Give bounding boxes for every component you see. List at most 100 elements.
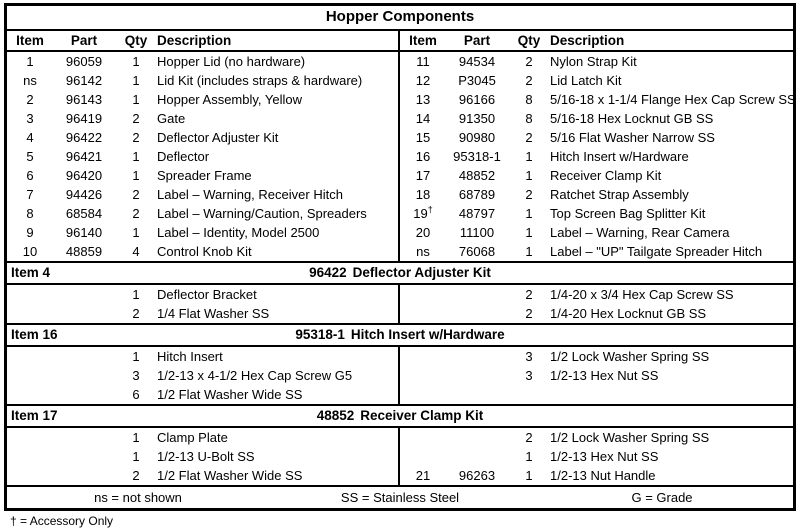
cell-qty: 1 xyxy=(525,225,533,240)
section-right-pane: 2 1/2 Lock Washer Spring SS 1 1/2-13 Hex Nu… xyxy=(400,428,793,485)
cell-description: Control Knob Kit xyxy=(157,244,252,259)
cell-description: Receiver Clamp Kit xyxy=(550,168,662,183)
section-name: Deflector Adjuster Kit xyxy=(352,265,491,280)
legend-row: ns = not shown SS = Stainless Steel G = Gr… xyxy=(7,485,793,508)
cell-item: 3 xyxy=(26,111,34,126)
cell-description: Label – Identity, Model 2500 xyxy=(157,225,320,240)
cell-item: 19† xyxy=(413,204,433,221)
main-header-row: Item Part Qty Description Item Part Qty … xyxy=(7,31,793,52)
cell-description: Hopper Assembly, Yellow xyxy=(157,92,303,107)
section-name: Hitch Insert w/Hardware xyxy=(350,327,505,342)
cell-qty: 1 xyxy=(525,206,533,221)
table-row: 9 96140 1 Label – Identity, Model 2500 xyxy=(7,223,398,242)
table-row: 8 68584 2 Label – Warning/Caution, Spreader… xyxy=(7,204,398,223)
cell-item: 1 xyxy=(26,54,34,69)
cell-description: 1/4-20 Hex Locknut GB SS xyxy=(550,306,707,321)
cell-qty: 1 xyxy=(525,449,533,464)
table-row: 15 90980 2 5/16 Flat Washer Narrow SS xyxy=(400,128,793,147)
section-body: 1 Deflector Bracket 2 1/4 Flat Washer SS 2 1/… xyxy=(7,285,793,323)
cell-qty: 2 xyxy=(132,468,140,483)
cell-item xyxy=(7,447,53,466)
table-row: 2 1/2 Lock Washer Spring SS xyxy=(400,428,793,447)
cell-part: 96142 xyxy=(65,73,103,88)
cell-description: Hitch Insert w/Hardware xyxy=(550,149,689,164)
main-parts-left-pane: 1 96059 1 Hopper Lid (no hardware) ns 96142 1 L… xyxy=(7,52,400,261)
section-left-rows: 1 Hitch Insert 3 1/2-13 x 4-1/2 Hex Cap Scr… xyxy=(7,347,398,404)
cell-part xyxy=(53,428,115,447)
section-right-pane: 3 1/2 Lock Washer Spring SS 3 1/2-13 Hex Nu… xyxy=(400,347,793,404)
cell-item xyxy=(400,447,446,466)
cell-item: 9 xyxy=(26,225,34,240)
cell-description: 1/4-20 x 3/4 Hex Cap Screw SS xyxy=(550,287,734,302)
cell-item: 20 xyxy=(415,225,431,240)
col-header-description: Description xyxy=(550,33,625,48)
table-title: Hopper Components xyxy=(7,6,793,31)
cell-description: 1/2 Lock Washer Spring SS xyxy=(550,430,710,445)
cell-part xyxy=(53,447,115,466)
legend-item: G = Grade xyxy=(631,490,693,505)
cell-part xyxy=(446,366,508,385)
cell-qty: 2 xyxy=(525,130,533,145)
cell-item xyxy=(7,347,53,366)
cell-part: 68789 xyxy=(458,187,496,202)
table-row: 19† 48797 1 Top Screen Bag Splitter Kit xyxy=(400,204,793,223)
cell-qty: 6 xyxy=(132,387,140,402)
cell-part: P3045 xyxy=(458,73,496,88)
cell-part xyxy=(446,347,508,366)
cell-part: 94534 xyxy=(458,54,496,69)
cell-part: 76068 xyxy=(458,244,496,259)
cell-item: 18 xyxy=(415,187,431,202)
cell-part: 48852 xyxy=(458,168,496,183)
cell-part: 96419 xyxy=(65,111,103,126)
table-row: 1 Clamp Plate xyxy=(7,428,398,447)
table-row: 2 1/4-20 x 3/4 Hex Cap Screw SS xyxy=(400,285,793,304)
section-header: Item 17 48852 Receiver Clamp Kit xyxy=(7,404,793,428)
section-title: 48852 Receiver Clamp Kit xyxy=(7,406,793,426)
cell-item: 21 xyxy=(415,468,431,483)
cell-qty: 1 xyxy=(525,149,533,164)
cell-item xyxy=(7,304,53,323)
cell-qty: 1 xyxy=(132,92,140,107)
table-row: 7 94426 2 Label – Warning, Receiver Hitch xyxy=(7,185,398,204)
cell-description: Nylon Strap Kit xyxy=(550,54,637,69)
table-row: 17 48852 1 Receiver Clamp Kit xyxy=(400,166,793,185)
section-right-rows: 2 1/2 Lock Washer Spring SS 1 1/2-13 Hex Nu… xyxy=(400,428,793,485)
cell-description: 1/2 Flat Washer Wide SS xyxy=(157,387,303,402)
main-header-right: Item Part Qty Description xyxy=(400,31,793,50)
cell-description: 1/2 Lock Washer Spring SS xyxy=(550,349,710,364)
cell-qty: 2 xyxy=(525,306,533,321)
cell-qty: 1 xyxy=(132,225,140,240)
cell-part xyxy=(53,385,115,404)
cell-qty: 2 xyxy=(132,187,140,202)
cell-part: 48797 xyxy=(458,206,496,221)
table-row: 4 96422 2 Deflector Adjuster Kit xyxy=(7,128,398,147)
cell-description: Gate xyxy=(157,111,186,126)
main-parts-left-rows: 1 96059 1 Hopper Lid (no hardware) ns 96142 1 L… xyxy=(7,52,398,261)
cell-part: 94426 xyxy=(65,187,103,202)
table-row: 3 1/2-13 x 4-1/2 Hex Cap Screw G5 xyxy=(7,366,398,385)
table-row: 2 1/4 Flat Washer SS xyxy=(7,304,398,323)
cell-description: Label – Warning, Rear Camera xyxy=(550,225,730,240)
cell-item: 4 xyxy=(26,130,34,145)
table-row: 2 1/2 Flat Washer Wide SS xyxy=(7,466,398,485)
cell-qty: 3 xyxy=(132,368,140,383)
cell-item: 14 xyxy=(415,111,431,126)
table-row: 16 95318-1 1 Hitch Insert w/Hardware xyxy=(400,147,793,166)
legend-item: SS = Stainless Steel xyxy=(340,490,460,505)
cell-description: Ratchet Strap Assembly xyxy=(550,187,689,202)
cell-part xyxy=(446,428,508,447)
cell-part xyxy=(446,285,508,304)
cell-item xyxy=(400,366,446,385)
col-header-item: Item xyxy=(409,33,437,48)
cell-description: Clamp Plate xyxy=(157,430,228,445)
table-row: 3 1/2 Lock Washer Spring SS xyxy=(400,347,793,366)
table-row: 13 96166 8 5/16-18 x 1-1/4 Flange Hex Cap S… xyxy=(400,90,793,109)
cell-qty: 2 xyxy=(525,73,533,88)
cell-item: 17 xyxy=(415,168,431,183)
table-row: 1 1/2-13 U-Bolt SS xyxy=(7,447,398,466)
parts-table-frame: Hopper Components Item Part Qty Descript… xyxy=(4,3,796,511)
cell-qty: 1 xyxy=(525,168,533,183)
table-row xyxy=(400,385,793,404)
cell-description: Hopper Lid (no hardware) xyxy=(157,54,306,69)
cell-qty: 2 xyxy=(525,287,533,302)
